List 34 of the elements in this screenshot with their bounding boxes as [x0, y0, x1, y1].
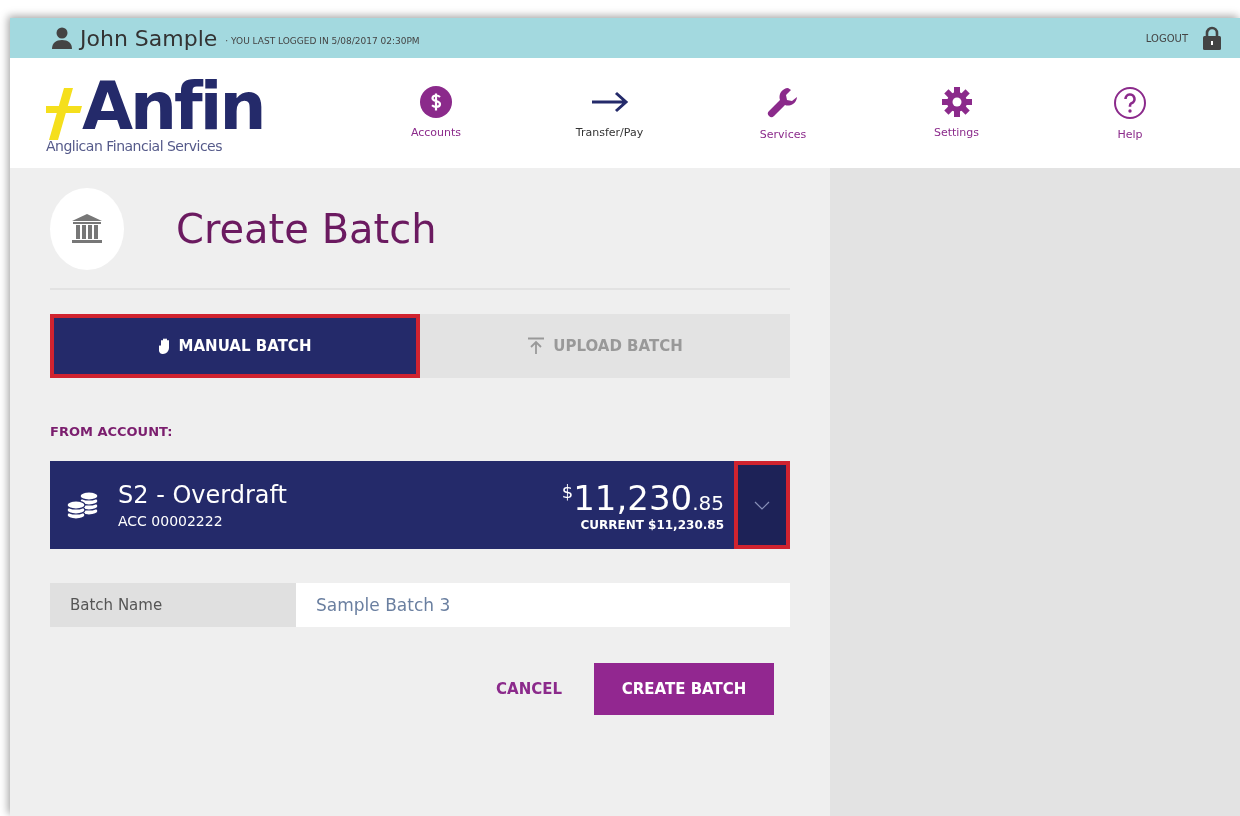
from-account-label: FROM ACCOUNT: [50, 424, 174, 439]
bank-icon [71, 213, 103, 245]
gear-icon [940, 85, 973, 118]
dollar-icon [420, 85, 452, 118]
lock-icon[interactable] [1202, 26, 1222, 50]
nav-item[interactable]: Services [723, 85, 843, 141]
user-icon [52, 27, 72, 49]
cancel-button[interactable]: CANCEL [490, 679, 568, 699]
hand-icon [158, 338, 171, 354]
batch-tab[interactable]: MANUAL BATCH [50, 314, 420, 378]
user-name: John Sample [80, 25, 218, 51]
help-icon [1113, 85, 1147, 120]
batch-name-label: Batch Name [50, 583, 296, 627]
page-title: Create Batch [176, 206, 437, 252]
wrench-icon [766, 85, 800, 120]
logout-link[interactable]: LOGOUT [1145, 32, 1188, 44]
logo-tagline: Anglican Financial Services [46, 138, 223, 154]
account-selector[interactable]: S2 - Overdraft ACC 00002222 $^{$}$11,230.85 CURRENT $11,230.85 [50, 461, 790, 549]
account-number: ACC 00002222 [118, 513, 224, 529]
batch-name-field[interactable]: Sample Batch 3 [296, 583, 790, 627]
dropdown-button[interactable] [734, 461, 790, 549]
current-balance: CURRENT $11,230.85 [580, 518, 724, 532]
create-batch-button[interactable]: CREATE BATCH [594, 663, 774, 715]
chevron-down-icon [754, 500, 770, 510]
account-name: S2 - Overdraft [118, 481, 287, 509]
nav-item[interactable]: Transfer/Pay [549, 85, 670, 141]
last-login-text: · YOU LAST LOGGED IN 5/08/2017 02:30PM [225, 36, 420, 46]
account-balance: $^{$}$11,230.85 [561, 478, 724, 518]
nav-item[interactable]: Settings [896, 85, 1017, 141]
cross-icon [46, 86, 82, 142]
coins-icon [66, 490, 100, 520]
nav-item[interactable]: Accounts [376, 85, 496, 141]
nav-item[interactable]: Help [1070, 85, 1190, 141]
upload-icon [527, 337, 546, 355]
